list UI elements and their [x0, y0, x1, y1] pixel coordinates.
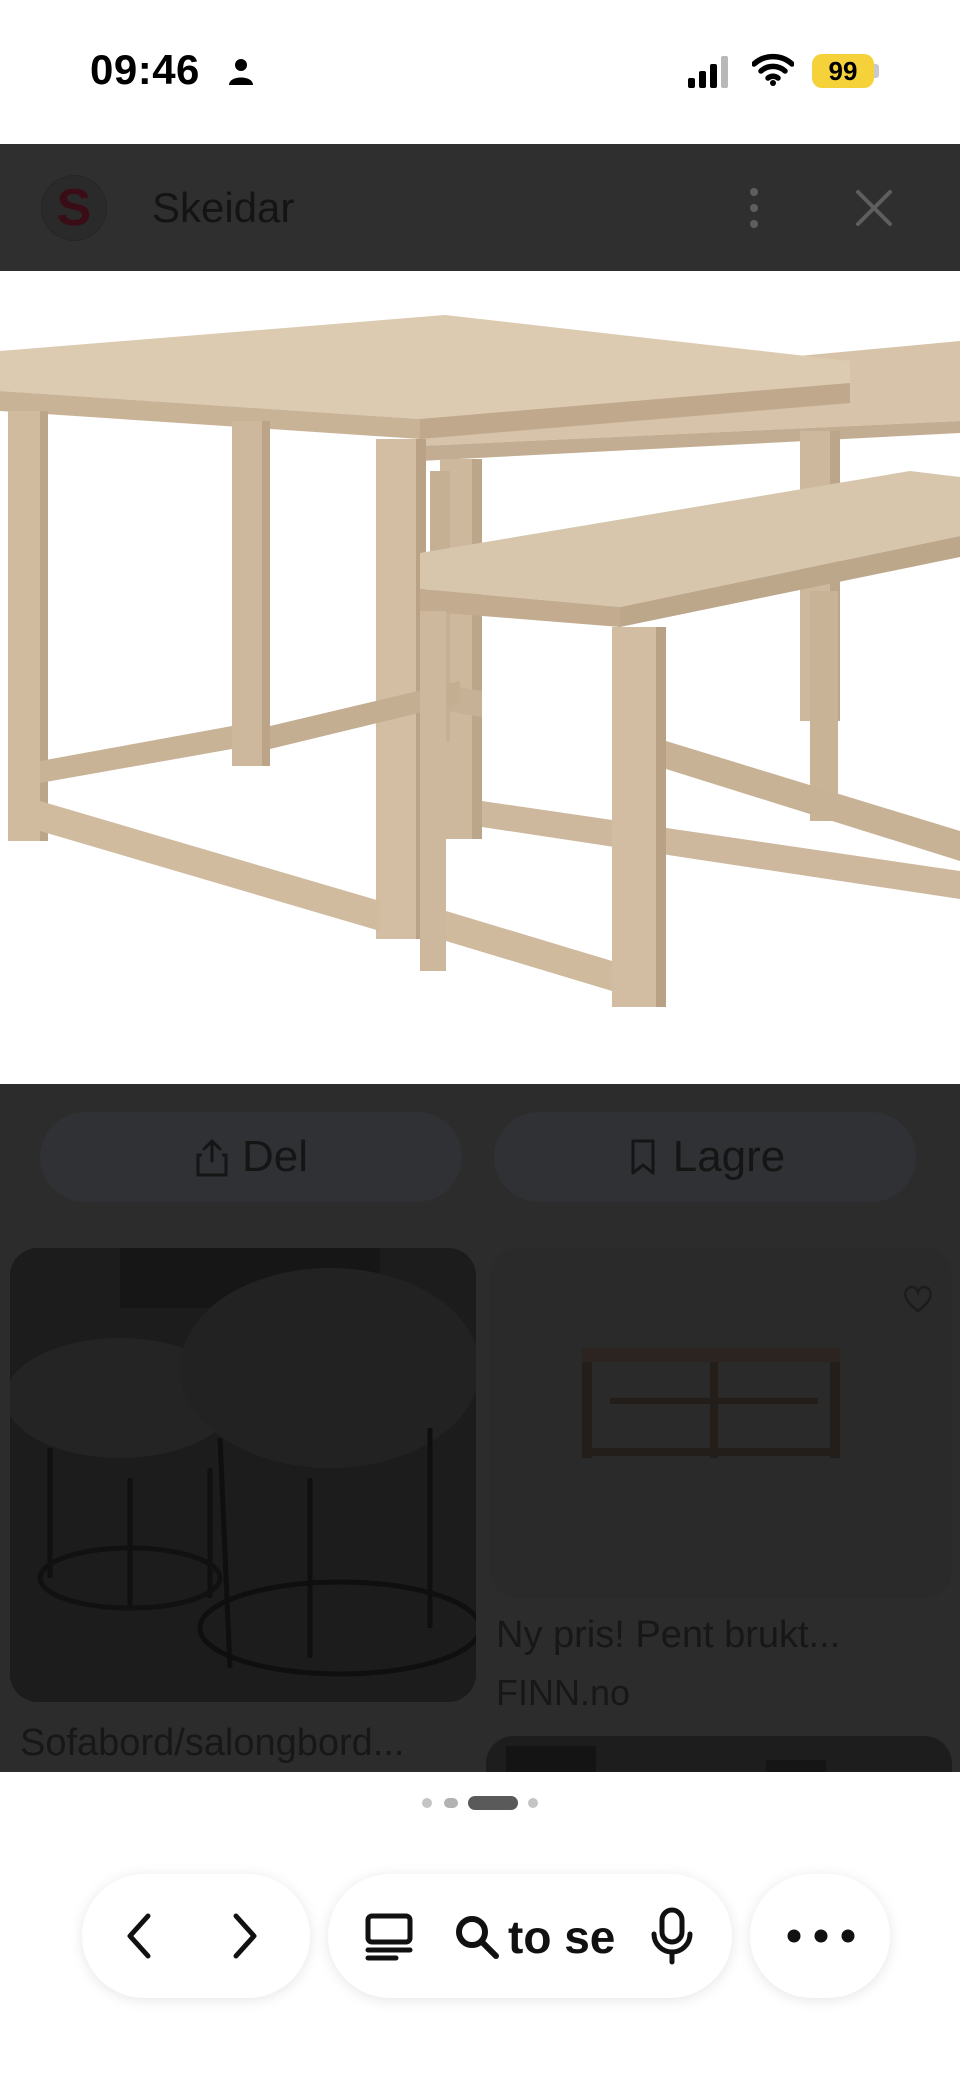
- product-image[interactable]: [0, 271, 960, 1084]
- site-header: S Skeidar: [0, 144, 960, 271]
- person-icon: [229, 59, 253, 85]
- search-query-text[interactable]: to se: [508, 1910, 614, 1964]
- navigation-pill: [82, 1874, 310, 1998]
- site-logo[interactable]: S: [42, 176, 106, 240]
- battery-icon: 99: [812, 54, 874, 88]
- close-icon[interactable]: [852, 186, 896, 230]
- page-dot: [528, 1798, 538, 1808]
- round-tables-image: [10, 1248, 476, 1702]
- share-label: Del: [241, 1132, 309, 1181]
- result-card-image[interactable]: [486, 1736, 952, 1772]
- save-label: Lagre: [672, 1132, 786, 1181]
- status-time: 09:46: [90, 46, 200, 93]
- microphone-icon[interactable]: [648, 1906, 696, 1966]
- page-dot: [444, 1798, 458, 1808]
- tabs-icon[interactable]: [364, 1912, 416, 1962]
- result-card-image[interactable]: [10, 1248, 476, 1702]
- signal-icon: [688, 56, 728, 88]
- more-options-pill[interactable]: [750, 1874, 890, 1998]
- share-button[interactable]: Del: [40, 1112, 462, 1202]
- nesting-tables-thumbnail: [490, 1248, 952, 1598]
- result-card-image[interactable]: [490, 1248, 952, 1598]
- back-icon[interactable]: [118, 1910, 162, 1962]
- status-bar: 09:46 99: [0, 0, 960, 144]
- nesting-tables-illustration: [0, 315, 960, 1007]
- result-title[interactable]: Ny pris! Pent brukt...: [496, 1614, 840, 1657]
- battery-tip: [874, 64, 879, 78]
- small-table-top: [420, 471, 960, 1007]
- page-dot-active: [468, 1796, 518, 1810]
- page-dot: [422, 1798, 432, 1808]
- wifi-icon: [752, 53, 794, 86]
- save-button[interactable]: Lagre: [494, 1112, 916, 1202]
- share-icon: [196, 1139, 228, 1177]
- forward-icon[interactable]: [222, 1910, 266, 1962]
- result-source[interactable]: FINN.no: [496, 1672, 630, 1714]
- result-thumbnail: [486, 1736, 952, 1772]
- more-horizontal-icon[interactable]: [786, 1926, 856, 1946]
- search-icon: [456, 1916, 499, 1959]
- more-vertical-icon[interactable]: [742, 184, 766, 232]
- result-title[interactable]: Sofabord/salongbord...: [20, 1722, 405, 1765]
- site-name[interactable]: Skeidar: [152, 184, 294, 232]
- heart-icon[interactable]: [902, 1284, 934, 1314]
- results-overlay: Del Lagre Sofabord/salongbord... Ny pris…: [0, 1084, 960, 1772]
- bookmark-icon: [631, 1139, 655, 1175]
